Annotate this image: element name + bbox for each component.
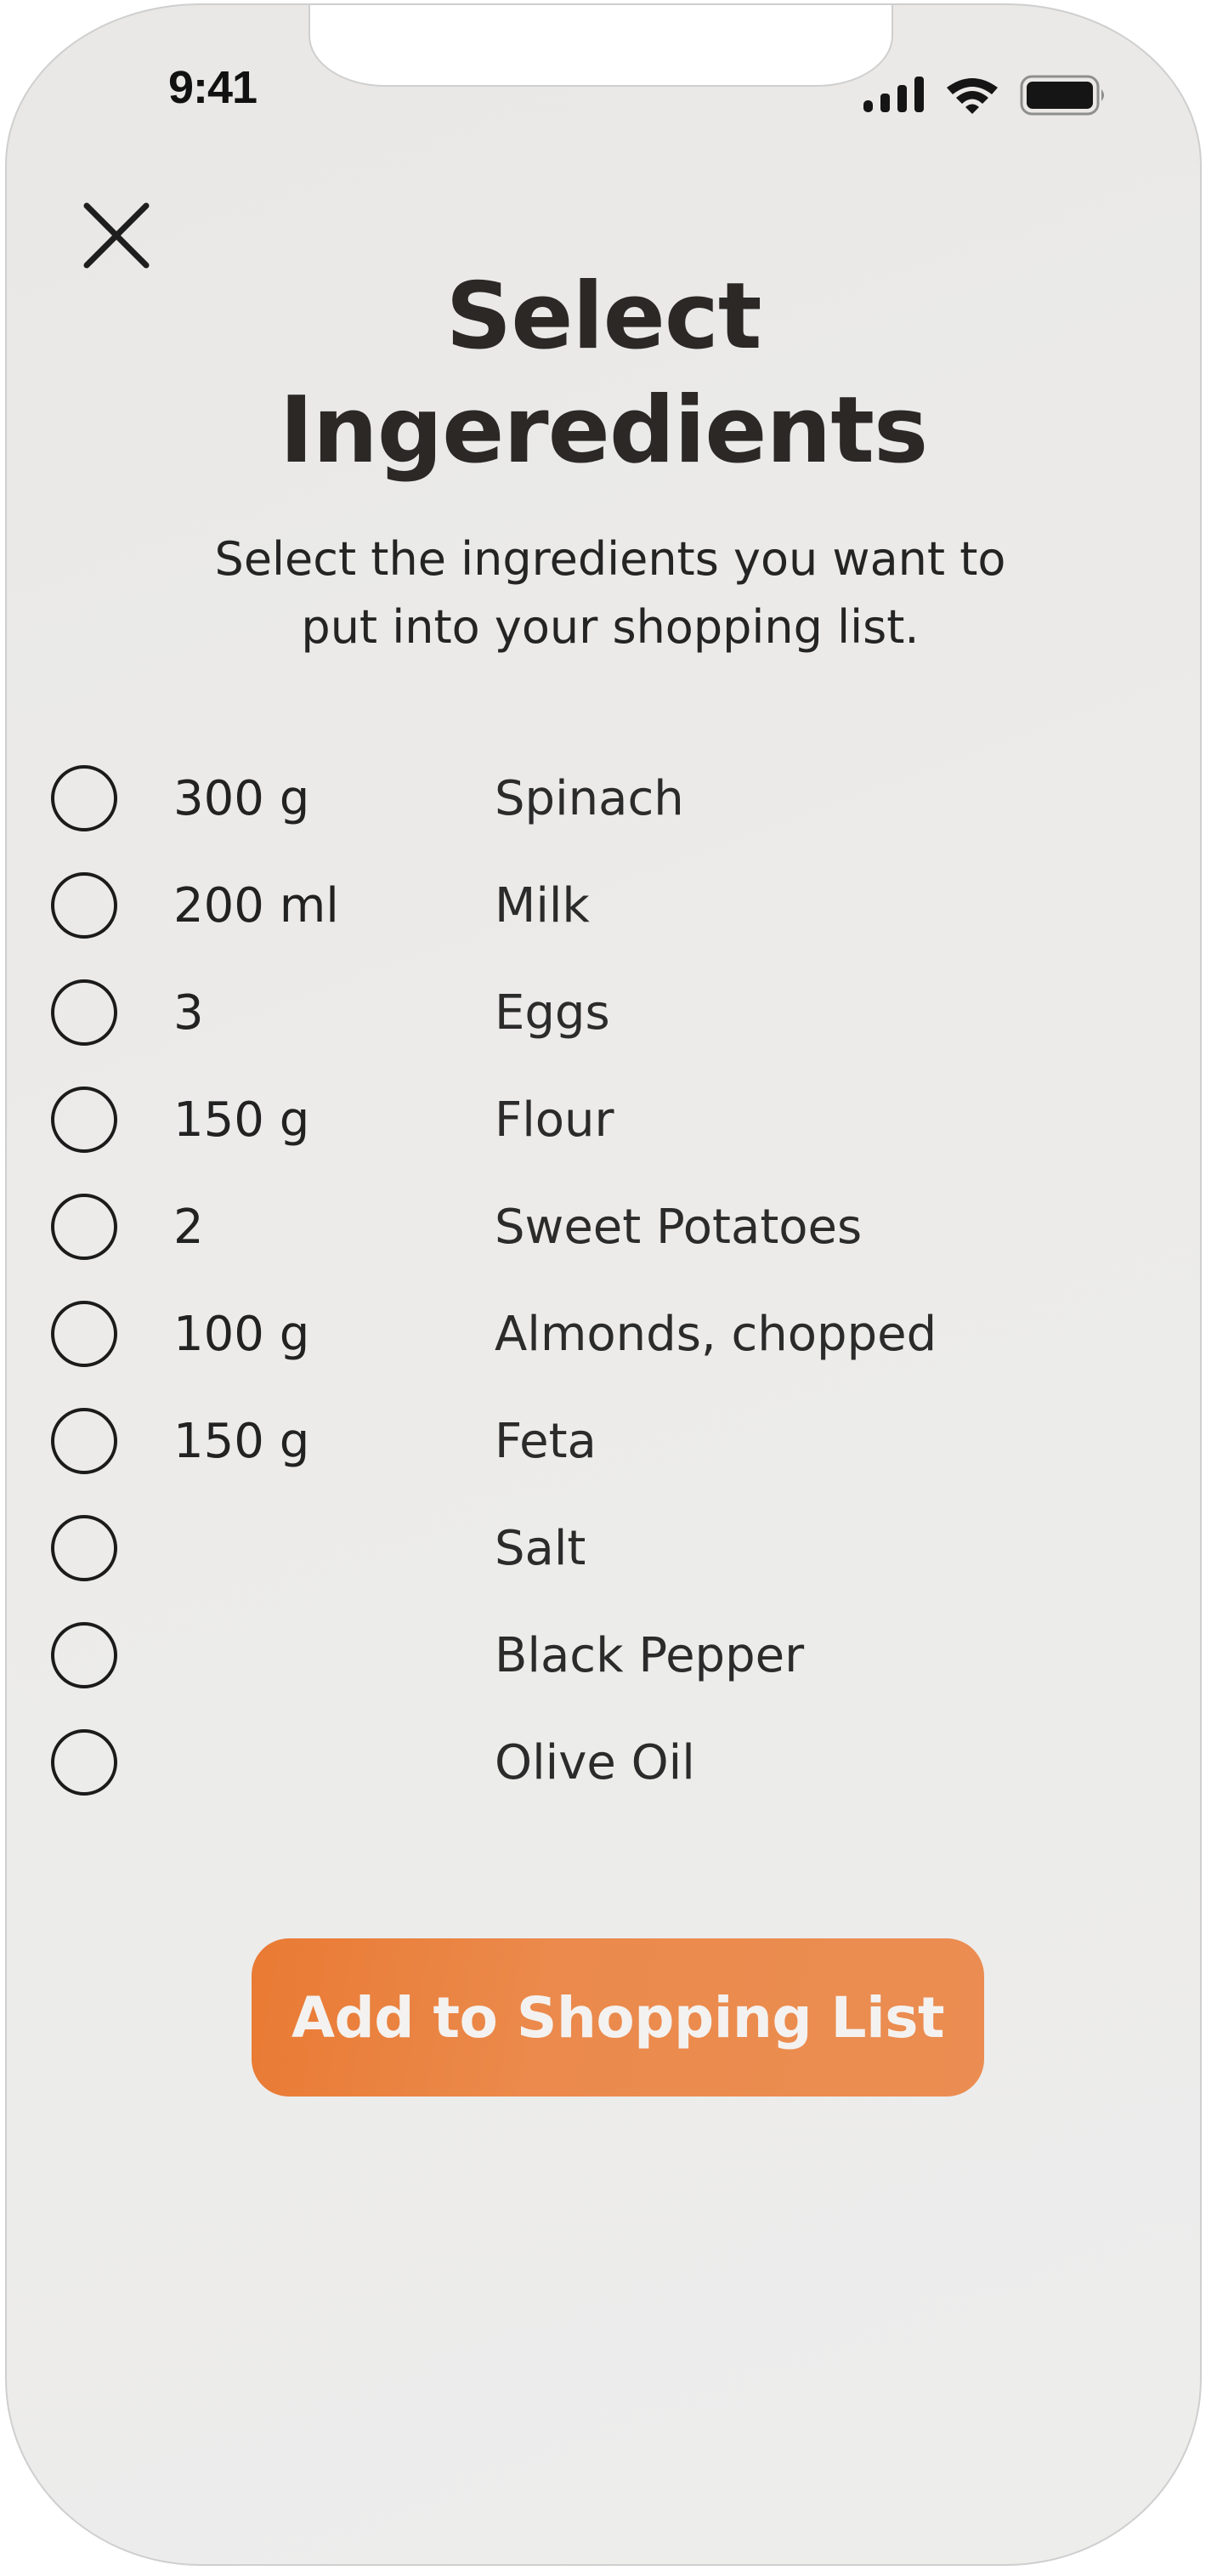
phone-screen: 9:41 Select Ingeredients Select the ingr… — [5, 3, 1202, 2566]
ingredient-quantity: 150 g — [173, 1092, 310, 1148]
ingredient-radio[interactable] — [51, 1087, 117, 1153]
ingredient-quantity: 200 ml — [173, 878, 339, 933]
ingredient-radio[interactable] — [51, 1729, 117, 1796]
page-title-line2: Ingeredients — [279, 377, 929, 484]
status-time: 9:41 — [168, 62, 258, 113]
device-notch — [308, 5, 893, 87]
page-subtitle: Select the ingredients you want to put i… — [143, 525, 1078, 661]
ingredient-radio[interactable] — [51, 1622, 117, 1688]
wifi-icon — [947, 78, 998, 114]
ingredient-radio[interactable] — [51, 979, 117, 1046]
ingredient-quantity: 300 g — [173, 771, 310, 826]
ingredient-list: 300 g Spinach 200 ml Milk 3 Eggs 150 g F… — [7, 746, 1200, 1818]
add-to-shopping-list-label: Add to Shopping List — [291, 1984, 945, 2051]
ingredient-quantity: 100 g — [173, 1307, 310, 1362]
ingredient-row[interactable]: 100 g Almonds, chopped — [7, 1282, 1200, 1389]
status-icons — [863, 73, 1108, 117]
page-title-line1: Select — [445, 264, 762, 370]
ingredient-row[interactable]: 200 ml Milk — [7, 854, 1200, 961]
ingredient-name: Eggs — [495, 985, 610, 1041]
ingredient-quantity: 2 — [173, 1200, 204, 1255]
ingredient-radio[interactable] — [51, 1194, 117, 1260]
ingredient-radio[interactable] — [51, 765, 117, 831]
ingredient-name: Milk — [495, 878, 590, 933]
page-subtitle-line1: Select the ingredients you want to — [214, 532, 1006, 586]
ingredient-quantity: 3 — [173, 985, 204, 1041]
ingredient-radio[interactable] — [51, 1408, 117, 1474]
ingredient-radio[interactable] — [51, 1301, 117, 1367]
ingredient-name: Flour — [495, 1092, 614, 1148]
ingredient-name: Salt — [495, 1521, 586, 1576]
ingredient-row[interactable]: 150 g Feta — [7, 1389, 1200, 1496]
ingredient-name: Feta — [495, 1414, 597, 1469]
ingredient-row[interactable]: Olive Oil — [7, 1711, 1200, 1818]
ingredient-row[interactable]: 300 g Spinach — [7, 746, 1200, 854]
page-subtitle-line2: put into your shopping list. — [301, 600, 920, 654]
battery-icon — [1020, 75, 1104, 116]
cellular-signal-icon — [863, 77, 924, 112]
ingredient-quantity: 150 g — [173, 1414, 310, 1469]
ingredient-row[interactable]: 2 Sweet Potatoes — [7, 1175, 1200, 1282]
ingredient-row[interactable]: Salt — [7, 1496, 1200, 1603]
ingredient-row[interactable]: Black Pepper — [7, 1603, 1200, 1711]
page-title: Select Ingeredients — [7, 260, 1200, 488]
ingredient-name: Olive Oil — [495, 1735, 695, 1790]
ingredient-row[interactable]: 3 Eggs — [7, 961, 1200, 1068]
ingredient-name: Black Pepper — [495, 1628, 805, 1683]
ingredient-row[interactable]: 150 g Flour — [7, 1068, 1200, 1175]
ingredient-name: Sweet Potatoes — [495, 1200, 863, 1255]
ingredient-radio[interactable] — [51, 1515, 117, 1581]
add-to-shopping-list-button[interactable]: Add to Shopping List — [252, 1938, 984, 2097]
ingredient-name: Almonds, chopped — [495, 1307, 937, 1362]
ingredient-radio[interactable] — [51, 872, 117, 939]
ingredient-name: Spinach — [495, 771, 684, 826]
